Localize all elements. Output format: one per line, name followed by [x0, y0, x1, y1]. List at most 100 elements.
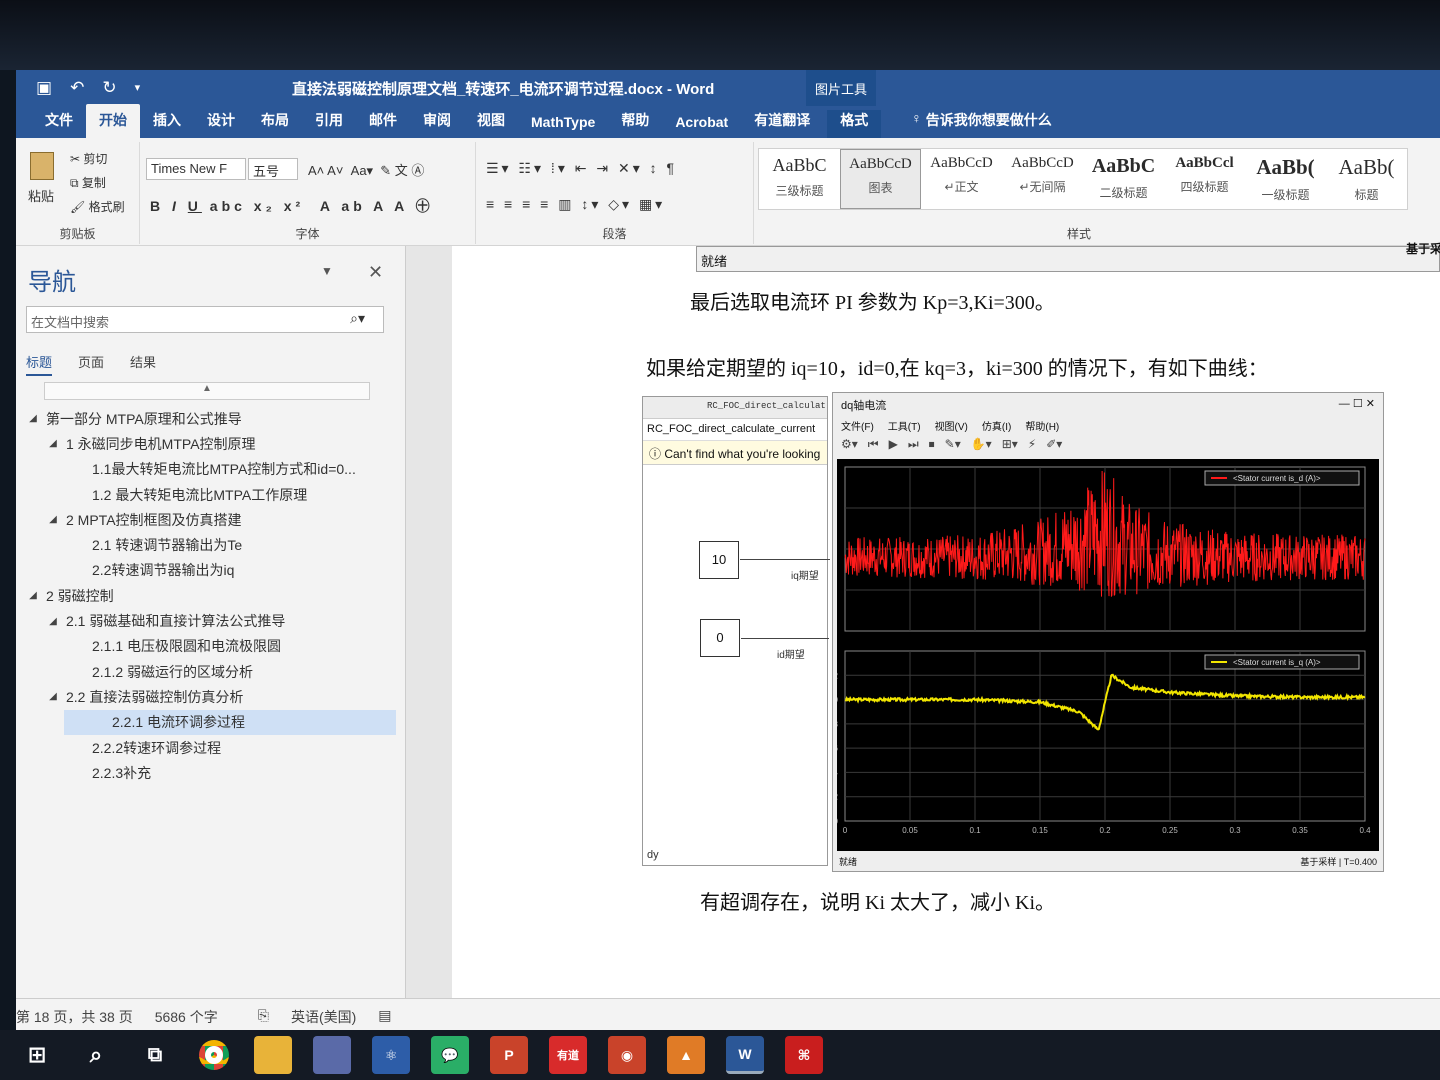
window-controls-icon[interactable]: — ☐ ✕: [1339, 397, 1375, 411]
youdao-icon[interactable]: 有道: [549, 1036, 587, 1074]
stop-icon[interactable]: ⏹: [929, 437, 935, 455]
nav-heading-item[interactable]: 2.1.1 电压极限圆和电流极限圆: [26, 634, 396, 659]
constant-block-iq[interactable]: 10: [699, 541, 739, 579]
tab-review[interactable]: 审阅: [410, 110, 464, 138]
proofing-icon[interactable]: ⎘: [258, 1007, 269, 1030]
nav-heading-item[interactable]: 2.1 转速调节器输出为Te: [26, 532, 396, 557]
font-size-box[interactable]: 五号: [248, 158, 298, 180]
nav-heading-item[interactable]: 2.2.2转速环调参过程: [26, 735, 396, 760]
tab-results[interactable]: 结果: [130, 352, 156, 376]
tab-design[interactable]: 设计: [194, 110, 248, 138]
page-count[interactable]: 第 18 页，共 38 页: [16, 1007, 133, 1030]
tab-headings[interactable]: 标题: [26, 352, 53, 376]
nav-heading-item[interactable]: ◢ 2 MPTA控制框图及仿真搭建: [26, 507, 396, 532]
app-circles-icon[interactable]: ⚛: [372, 1036, 410, 1074]
language[interactable]: 英语(美国): [291, 1007, 356, 1030]
tab-pages[interactable]: 页面: [78, 352, 104, 376]
font-name-box[interactable]: Times New F: [146, 158, 246, 180]
nav-heading-item[interactable]: ◢ 2 弱磁控制: [26, 583, 396, 608]
tab-home[interactable]: 开始: [86, 104, 140, 138]
nav-heading-item[interactable]: 2.2.1 电流环调参过程: [64, 709, 396, 735]
doc-paragraph-pi[interactable]: 最后选取电流环 PI 参数为 Kp=3,Ki=300。: [690, 286, 1055, 315]
macro-icon[interactable]: ▤: [378, 1007, 391, 1030]
tab-help[interactable]: 帮助: [608, 110, 662, 138]
nav-heading-item[interactable]: 1.1最大转矩电流比MTPA控制方式和id=0...: [26, 457, 396, 482]
simulink-tab[interactable]: RC_FOC_direct_calculat: [643, 397, 827, 419]
expand-arrow-icon[interactable]: ◢: [46, 438, 60, 449]
paste-button[interactable]: 粘贴: [28, 186, 54, 205]
task-view-icon[interactable]: ⧉: [136, 1036, 174, 1074]
nav-heading-item[interactable]: ◢ 第一部分 MTPA原理和公式推导: [26, 406, 396, 431]
tab-view[interactable]: 视图: [464, 110, 518, 138]
search-icon[interactable]: ⌕: [77, 1036, 115, 1074]
nav-search-input[interactable]: 在文档中搜索 ⌕▾: [26, 306, 384, 333]
cursor-icon[interactable]: ⚡: [1028, 437, 1036, 455]
tell-me-box[interactable]: ♀ 告诉我你想要做什么: [881, 110, 1052, 138]
chevron-down-icon[interactable]: ▼: [321, 264, 333, 278]
step-icon[interactable]: ⏭: [908, 437, 919, 455]
expand-arrow-icon[interactable]: ◢: [26, 413, 40, 424]
menu-simulation[interactable]: 仿真(I): [982, 418, 1011, 433]
menu-help[interactable]: 帮助(H): [1025, 418, 1059, 433]
grow-font-icon[interactable]: A˄ A˅ Aa▾ ✎ 文 Ⓐ: [308, 160, 424, 179]
word-count[interactable]: 5686 个字: [155, 1007, 218, 1030]
tab-layout[interactable]: 布局: [248, 110, 302, 138]
tab-insert[interactable]: 插入: [140, 110, 194, 138]
pan-icon[interactable]: ✋▾: [971, 437, 992, 455]
expand-arrow-icon[interactable]: ◢: [46, 514, 60, 525]
paste-icon[interactable]: [30, 152, 54, 180]
nav-heading-item[interactable]: 2.1.2 弱磁运行的区域分析: [26, 659, 396, 684]
word-icon[interactable]: W: [726, 1036, 764, 1074]
matlab-icon[interactable]: ▲: [667, 1036, 705, 1074]
redo-icon[interactable]: ↻: [102, 78, 116, 98]
tab-youdao[interactable]: 有道翻译: [741, 110, 823, 138]
style-heading2[interactable]: AaBbC 二级标题: [1083, 149, 1164, 209]
edit-icon[interactable]: ✐▾: [1046, 437, 1062, 455]
zoom-icon[interactable]: ⊞▾: [1002, 437, 1018, 455]
nav-heading-item[interactable]: 2.2转速调节器输出为iq: [26, 558, 396, 583]
chrome-icon[interactable]: [195, 1036, 233, 1074]
style-normal[interactable]: AaBbCcD ↵正文: [921, 149, 1002, 209]
menu-tools[interactable]: 工具(T): [888, 418, 921, 433]
expand-arrow-icon[interactable]: ◢: [46, 691, 60, 702]
settings-icon[interactable]: ⚙▾: [841, 437, 858, 455]
constant-block-id[interactable]: 0: [700, 619, 740, 657]
tab-mathtype[interactable]: MathType: [518, 114, 608, 138]
nav-heading-item[interactable]: ◢ 2.2 直接法弱磁控制仿真分析: [26, 684, 396, 709]
nav-heading-item[interactable]: ◢ 2.1 弱磁基础和直接计算法公式推导: [26, 608, 396, 633]
close-icon[interactable]: ✕: [368, 262, 383, 283]
app-icon[interactable]: [313, 1036, 351, 1074]
menu-view[interactable]: 视图(V): [935, 418, 968, 433]
expand-arrow-icon[interactable]: ◢: [26, 590, 40, 601]
save-icon[interactable]: ▣: [36, 78, 52, 98]
style-no-spacing[interactable]: AaBbCcD ↵无间隔: [1002, 149, 1083, 209]
style-heading3[interactable]: AaBbC 三级标题: [759, 149, 840, 209]
format-painter-button[interactable]: 🖌 格式刷: [70, 198, 125, 215]
tab-file[interactable]: 文件: [32, 110, 86, 138]
tab-mailings[interactable]: 邮件: [356, 110, 410, 138]
wechat-icon[interactable]: 💬: [431, 1036, 469, 1074]
cut-button[interactable]: ✂ 剪切: [70, 150, 107, 167]
doc-paragraph-given[interactable]: 如果给定期望的 iq=10，id=0,在 kq=3，ki=300 的情况下，有如…: [646, 352, 1268, 381]
acrobat-icon[interactable]: ⌘: [785, 1036, 823, 1074]
collapse-bar[interactable]: ▲: [44, 382, 370, 400]
nav-heading-item[interactable]: 2.2.3补充: [26, 760, 396, 785]
highlight-icon[interactable]: ✎▾: [945, 437, 961, 455]
step-back-icon[interactable]: ⏮: [868, 437, 879, 455]
run-icon[interactable]: ▶: [889, 437, 898, 455]
undo-icon[interactable]: ↶: [70, 78, 84, 98]
doc-paragraph-overshoot[interactable]: 有超调存在，说明 Ki 太大了，减小 Ki。: [700, 886, 1055, 915]
nav-heading-item[interactable]: ◢ 1 永磁同步电机MTPA控制原理: [26, 431, 396, 456]
copy-button[interactable]: ⧉ 复制: [70, 174, 106, 191]
list-icons[interactable]: ☰▾ ☷▾ ⁞▾ ⇤ ⇥ ✕▾ ↕ ¶: [486, 160, 677, 177]
font-format-icons[interactable]: B I U abc x₂ x² A ab A A ㊉: [150, 196, 434, 216]
nav-heading-item[interactable]: 1.2 最大转矩电流比MTPA工作原理: [26, 482, 396, 507]
style-title[interactable]: AaBb(标题: [1326, 149, 1407, 209]
menu-file[interactable]: 文件(F): [841, 418, 874, 433]
app-car-icon[interactable]: ◉: [608, 1036, 646, 1074]
search-icon[interactable]: ⌕▾: [350, 310, 365, 327]
tab-format[interactable]: 格式: [827, 110, 882, 138]
customize-qa-icon[interactable]: ▾: [135, 78, 141, 98]
powerpoint-icon[interactable]: P: [490, 1036, 528, 1074]
windows-start-icon[interactable]: ⊞: [18, 1036, 56, 1074]
